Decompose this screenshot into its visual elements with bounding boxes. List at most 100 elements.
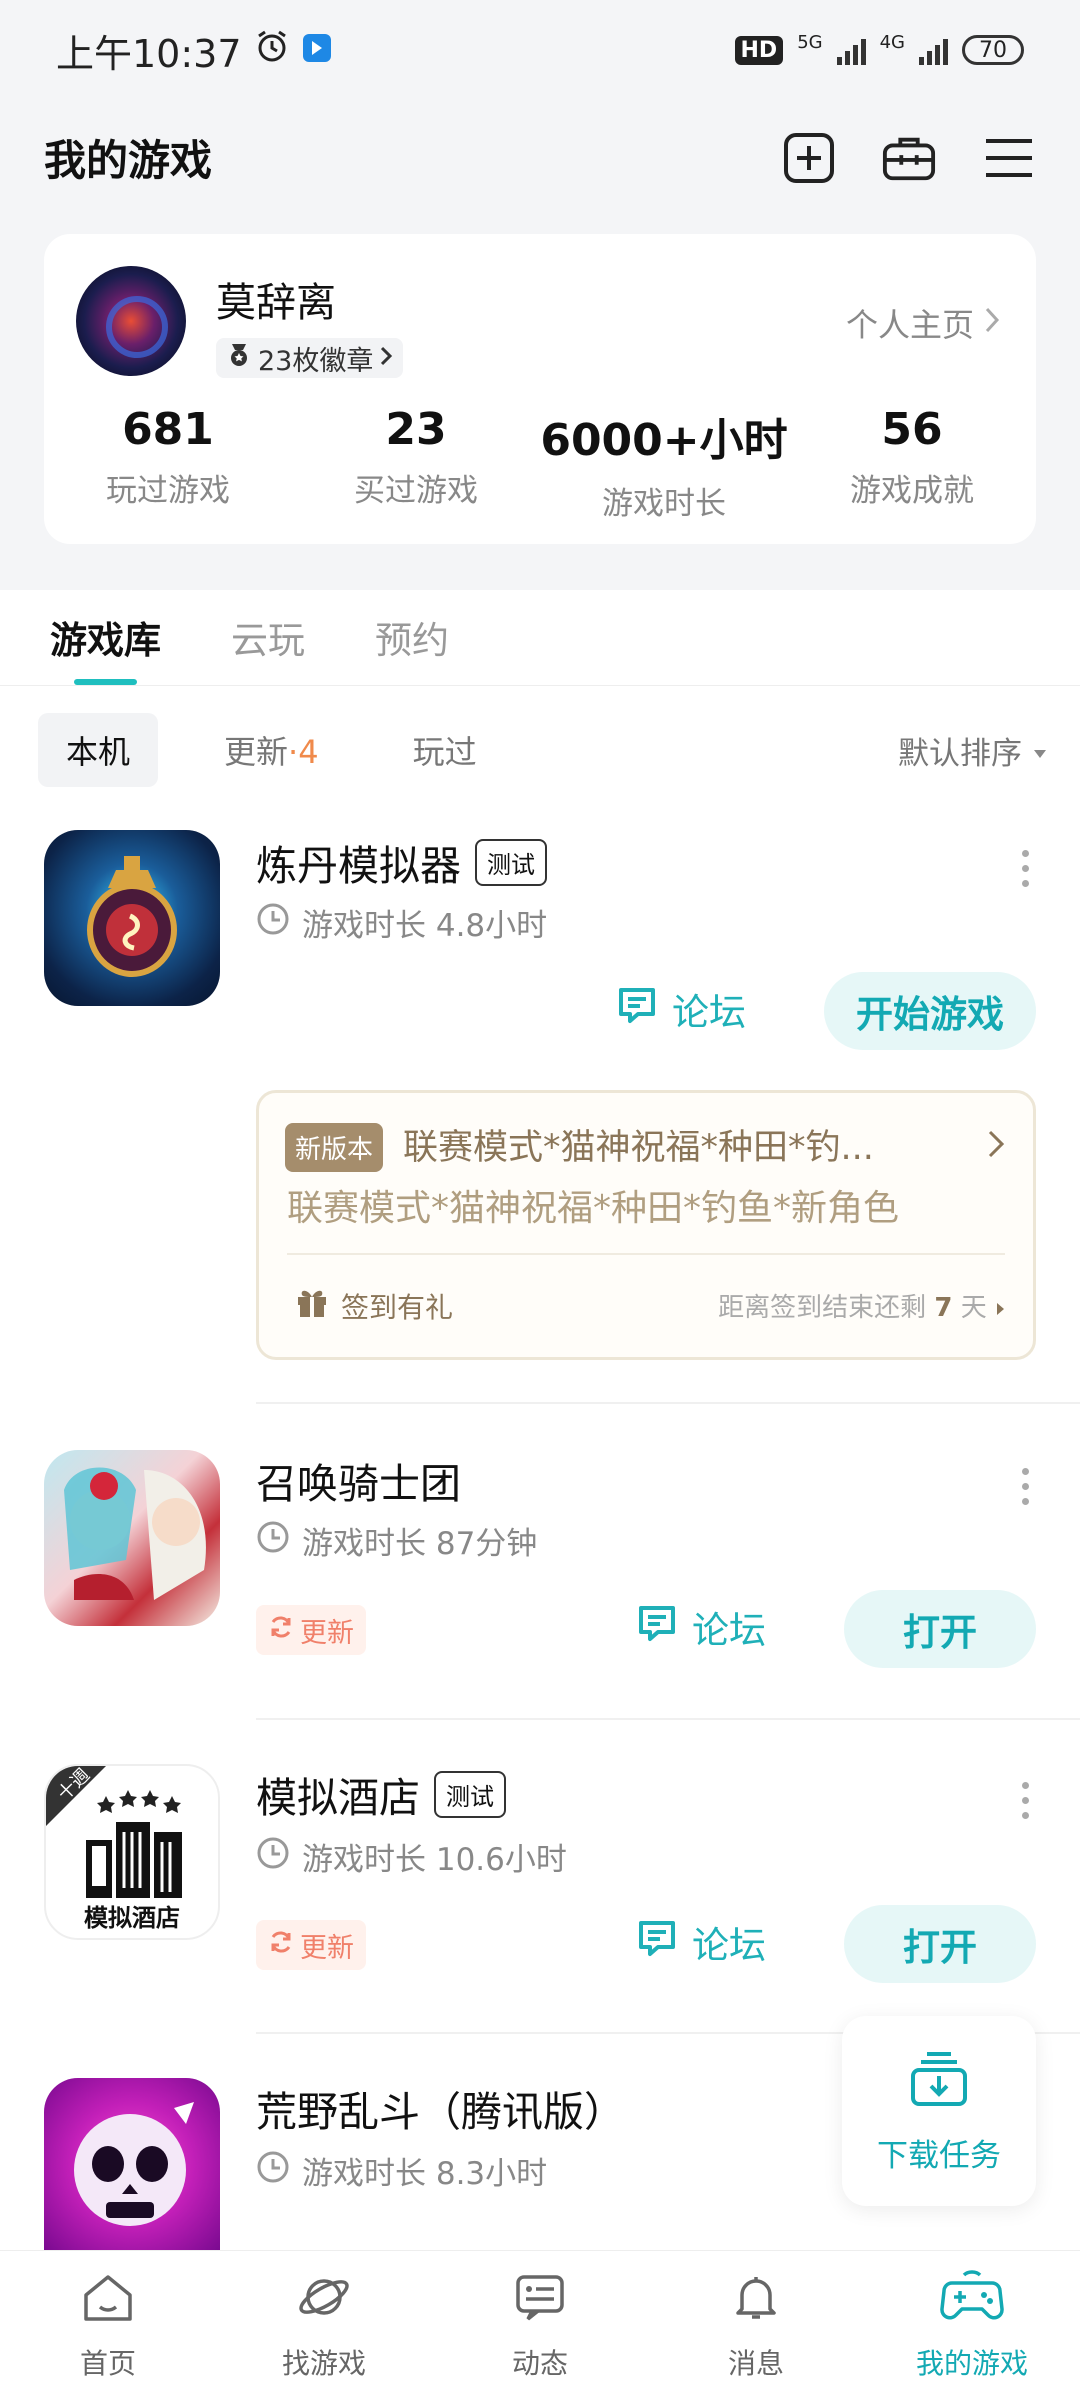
chevron-right-icon [987, 1129, 1005, 1163]
forum-button[interactable]: 论坛 [636, 1915, 766, 1969]
stat-playtime[interactable]: 6000+小时 游戏时长 [540, 404, 788, 523]
download-icon [909, 2048, 969, 2116]
tab-reservation[interactable]: 预约 [375, 590, 449, 685]
update-label: 更新 [300, 1932, 354, 1964]
stat-value: 56 [881, 404, 943, 455]
forum-icon [636, 1602, 678, 1653]
menu-icon[interactable] [982, 131, 1036, 185]
playtime: 游戏时长 87分钟 [256, 1518, 537, 1563]
game-title: 召唤骑士团 [256, 1460, 461, 1508]
test-tag: 测试 [475, 838, 547, 886]
more-options-icon[interactable] [1020, 1782, 1030, 1819]
stat-value: 6000+小时 [540, 415, 788, 466]
game-title: 模拟酒店 [256, 1774, 420, 1822]
open-button[interactable]: 打开 [844, 1590, 1036, 1668]
clock-icon [256, 2150, 290, 2192]
remain-days: 7 [934, 1293, 953, 1323]
add-game-icon[interactable] [782, 131, 836, 185]
gamepad-icon [940, 2269, 1004, 2332]
nav-label: 消息 [727, 2347, 784, 2380]
refresh-icon [268, 1929, 294, 1962]
clock-icon [256, 1520, 290, 1562]
stat-label: 游戏时长 [602, 486, 726, 522]
playtime: 游戏时长 8.3小时 [256, 2148, 547, 2193]
stat-label: 游戏成就 [850, 473, 974, 509]
refresh-icon [268, 1614, 294, 1647]
new-version-tag: 新版本 [285, 1123, 384, 1172]
forum-label: 论坛 [692, 1924, 766, 1967]
game-icon-summon-knights[interactable] [44, 1450, 220, 1626]
app-notification-icon [302, 28, 332, 72]
forum-label: 论坛 [692, 1609, 766, 1652]
update-badge[interactable]: 更新 [256, 1920, 366, 1970]
stat-played[interactable]: 681 玩过游戏 [44, 404, 292, 523]
nav-find-games[interactable]: 找游戏 [216, 2251, 432, 2400]
version-news-card[interactable]: 新版本 联赛模式*猫神祝福*种田*钓... 联赛模式*猫神祝福*种田*钓鱼*新角… [256, 1090, 1036, 1360]
caret-down-icon [1032, 732, 1048, 768]
nav-my-games[interactable]: 我的游戏 [864, 2251, 1080, 2400]
game-icon-alchemy[interactable] [44, 830, 220, 1006]
game-icon-hotel-sim[interactable]: 十週 模拟酒店 [44, 1764, 220, 1940]
update-badge[interactable]: 更新 [256, 1605, 366, 1655]
more-options-icon[interactable] [1020, 850, 1030, 887]
checkin-remaining[interactable]: 距离签到结束还剩 7 天 [718, 1287, 1005, 1324]
divider [287, 1253, 1005, 1255]
gift-icon [295, 1285, 329, 1326]
chevron-right-icon [984, 304, 1000, 342]
playtime: 游戏时长 4.8小时 [256, 900, 547, 945]
nav-label: 动态 [511, 2347, 568, 2380]
tab-game-library[interactable]: 游戏库 [50, 590, 161, 685]
battery-icon: 70 [962, 35, 1024, 65]
nav-feed[interactable]: 动态 [432, 2251, 648, 2400]
nav-label: 找游戏 [281, 2347, 366, 2380]
divider [256, 1718, 1080, 1720]
game-name: 模拟酒店 测试 [256, 1764, 506, 1824]
hotel-icon-text: 模拟酒店 [84, 1904, 180, 1932]
download-tasks-button[interactable]: 下载任务 [842, 2016, 1036, 2206]
game-name: 荒野乱斗（腾讯版） [256, 2078, 625, 2138]
nav-home[interactable]: 首页 [0, 2251, 216, 2400]
profile-stats: 681 玩过游戏 23 买过游戏 6000+小时 游戏时长 56 游戏成就 [44, 404, 1036, 523]
stat-bought[interactable]: 23 买过游戏 [292, 404, 540, 523]
subtab-update-label: 更新 [224, 733, 289, 771]
stat-achievements[interactable]: 56 游戏成就 [788, 404, 1036, 523]
medal-icon [226, 342, 252, 375]
start-game-button[interactable]: 开始游戏 [824, 972, 1036, 1050]
stat-label: 买过游戏 [354, 473, 478, 509]
toolbox-icon[interactable] [882, 131, 936, 185]
sort-label: 默认排序 [898, 735, 1022, 772]
checkin-gift-link[interactable]: 签到有礼 [295, 1285, 453, 1326]
forum-label: 论坛 [672, 991, 746, 1034]
game-icon-brawl-stars[interactable] [44, 2078, 220, 2250]
tab-cloud-play[interactable]: 云玩 [231, 590, 305, 685]
forum-icon [636, 1917, 678, 1968]
update-count: 4 [298, 733, 319, 771]
profile-card[interactable]: 莫辞离 23枚徽章 个人主页 681 玩过游戏 23 买过游戏 6000+小时 … [44, 234, 1036, 544]
hd-badge: HD [734, 35, 784, 65]
forum-button[interactable]: 论坛 [616, 982, 746, 1036]
game-name: 炼丹模拟器 测试 [256, 832, 547, 892]
signal-icon [836, 35, 866, 65]
chevron-right-icon [379, 343, 393, 374]
game-name: 召唤骑士团 [256, 1450, 461, 1510]
homepage-link[interactable]: 个人主页 [846, 300, 1000, 346]
status-time: 上午10:37 [56, 31, 242, 76]
more-options-icon[interactable] [1020, 1468, 1030, 1505]
forum-icon [616, 984, 658, 1035]
sort-dropdown[interactable]: 默认排序 [898, 728, 1048, 773]
subtab-local[interactable]: 本机 [38, 713, 159, 787]
home-icon [80, 2269, 136, 2332]
download-tasks-label: 下载任务 [877, 2137, 1001, 2174]
sub-tabs: 本机 更新·4 玩过 默认排序 [38, 712, 1048, 788]
subtab-update[interactable]: 更新·4 [196, 713, 347, 787]
subtab-played[interactable]: 玩过 [385, 713, 505, 787]
forum-button[interactable]: 论坛 [636, 1600, 766, 1654]
badges-button[interactable]: 23枚徽章 [216, 338, 404, 378]
nav-label: 首页 [79, 2347, 136, 2380]
news-subtitle: 联赛模式*猫神祝福*种田*钓鱼*新角色 [287, 1188, 900, 1229]
nav-messages[interactable]: 消息 [648, 2251, 864, 2400]
open-button[interactable]: 打开 [844, 1905, 1036, 1983]
avatar[interactable] [76, 266, 186, 376]
playtime-text: 游戏时长 8.3小时 [302, 2156, 548, 2192]
badges-label: 23枚徽章 [258, 345, 374, 377]
